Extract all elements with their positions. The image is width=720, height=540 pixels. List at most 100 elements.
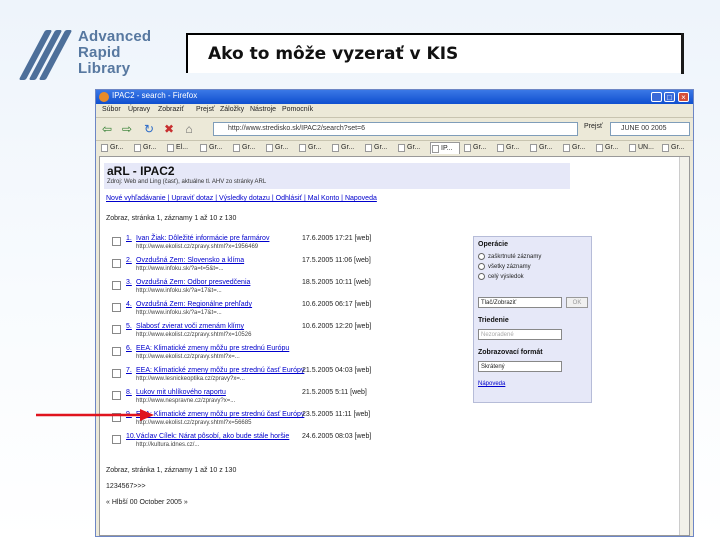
menu-view[interactable]: Zobraziť [158, 106, 184, 113]
browser-tab[interactable]: Gr... [397, 142, 427, 154]
browser-tab[interactable]: IP... [430, 142, 460, 154]
back-icon[interactable]: ⇦ [100, 122, 114, 136]
result-url[interactable]: http://www.infoku.sk/?a=17&t=... [136, 310, 222, 316]
result-meta: 10.6.2005 12:20 [web] [302, 323, 372, 330]
result-number[interactable]: 8. [126, 389, 132, 396]
result-checkbox[interactable] [112, 259, 121, 268]
operations-label: Operácie [478, 241, 508, 248]
result-title[interactable]: Lukov mit uhlíkového raportu [136, 389, 226, 396]
help-link[interactable]: Nápoveda [478, 381, 505, 387]
browser-tab[interactable]: Gr... [100, 142, 130, 154]
result-checkbox[interactable] [112, 347, 121, 356]
result-number[interactable]: 2. [126, 257, 132, 264]
result-number[interactable]: 3. [126, 279, 132, 286]
result-checkbox[interactable] [112, 303, 121, 312]
browser-tab[interactable]: Gr... [331, 142, 361, 154]
result-url[interactable]: http://www.ekolist.cz/zpravy.shtml?x=... [136, 354, 240, 360]
action-select[interactable]: Tlač/Zobraziť [478, 297, 562, 308]
result-number[interactable]: 6. [126, 345, 132, 352]
format-select[interactable]: Skrátený [478, 361, 562, 372]
result-meta: 21.5.2005 04:03 [web] [302, 367, 372, 374]
op-checked-radio[interactable]: zaškrtnuté záznamy [478, 253, 541, 260]
menu-help[interactable]: Pomocník [282, 106, 313, 113]
result-number[interactable]: 1. [126, 235, 132, 242]
top-nav-links[interactable]: Nové vyhľadávanie | Upraviť dotaz | Výsl… [106, 195, 377, 202]
browser-tab[interactable]: Gr... [298, 142, 328, 154]
home-icon[interactable]: ⌂ [182, 122, 196, 136]
result-title[interactable]: Slabosť zvierat voči zmenám klímy [136, 323, 244, 330]
sort-select[interactable]: Nezoradené [478, 329, 562, 340]
result-meta: 17.5.2005 11:06 [web] [302, 257, 371, 264]
browser-tab[interactable]: Gr... [496, 142, 526, 154]
result-number[interactable]: 5. [126, 323, 132, 330]
result-checkbox[interactable] [112, 281, 121, 290]
result-checkbox[interactable] [112, 325, 121, 334]
result-title[interactable]: Ovzdušná Zem: Odbor presvedčenia [136, 279, 250, 286]
result-meta: 23.5.2005 11:11 [web] [302, 411, 371, 418]
browser-tab[interactable]: Gr... [133, 142, 163, 154]
firefox-icon [99, 92, 109, 102]
result-url[interactable]: http://kultura.idnes.cz/... [136, 442, 199, 448]
result-url[interactable]: http://www.ekolist.cz/zpravy.shtml?x=195… [136, 244, 258, 250]
pager-link[interactable]: >> [137, 483, 145, 490]
result-url[interactable]: http://www.infoku.sk/?a=t=5&t=... [136, 266, 224, 272]
menu-file[interactable]: Súbor [102, 106, 121, 113]
result-title[interactable]: EEA: Klimatické zmeny môžu pre strednú E… [136, 345, 289, 352]
sort-label: Triedenie [478, 317, 509, 324]
browser-window: IPAC2 - search - Firefox _ □ × Súbor Úpr… [95, 89, 694, 537]
result-number[interactable]: 4. [126, 301, 132, 308]
page-heading: aRL - IPAC2 [107, 164, 175, 178]
ok-button[interactable]: OK [566, 297, 588, 308]
browser-tab[interactable]: Gr... [529, 142, 559, 154]
result-row: 5. Slabosť zvierat voči zmenám klímy http:… [112, 323, 472, 345]
browser-tab[interactable]: Gr... [595, 142, 625, 154]
browser-tab[interactable]: Gr... [232, 142, 262, 154]
result-checkbox[interactable] [112, 237, 121, 246]
result-checkbox[interactable] [112, 391, 121, 400]
stop-icon[interactable]: ✖ [162, 122, 176, 136]
result-row: 2. Ovzdušná Zem: Slovensko a klíma http://… [112, 257, 472, 279]
url-input[interactable]: http://www.stredisko.sk/IPAC2/search?set… [213, 122, 578, 136]
menu-go[interactable]: Prejsť [196, 106, 215, 113]
result-url[interactable]: http://www.infoku.sk/?a=17&t=... [136, 288, 222, 294]
vertical-scrollbar[interactable] [679, 157, 689, 535]
close-icon[interactable]: × [678, 92, 689, 102]
browser-tab[interactable]: Gr... [661, 142, 691, 154]
menu-tools[interactable]: Nástroje [250, 106, 276, 113]
maximize-icon[interactable]: □ [664, 92, 675, 102]
page-subheading: Zdroj: Web and Ling (časť), aktuálne tl.… [107, 179, 267, 185]
go-button[interactable]: Prejsť [584, 123, 603, 130]
result-title[interactable]: Ovzdušná Zem: Regionálne prehľady [136, 301, 252, 308]
result-title[interactable]: EEA: Klimatické zmeny môžu pre strednú č… [136, 367, 304, 374]
search-input[interactable]: JUNE 00 2005 [610, 122, 690, 136]
result-url[interactable]: http://www.lesnickeoptika.cz/zpravy?x=..… [136, 376, 245, 382]
result-url[interactable]: http://www.nespravne.cz/zpravy?x=... [136, 398, 235, 404]
browser-tab[interactable]: El... [166, 142, 196, 154]
logo-line-1: Advanced [78, 28, 152, 45]
result-checkbox[interactable] [112, 369, 121, 378]
result-number[interactable]: 10. [126, 433, 136, 440]
browser-tab[interactable]: Gr... [562, 142, 592, 154]
result-title[interactable]: EEA: Klimatické zmeny môžu pre strednú č… [136, 411, 304, 418]
result-title[interactable]: Ivan Žiak: Dôležité informácie pre farmá… [136, 235, 269, 242]
browser-tab[interactable]: Gr... [364, 142, 394, 154]
slide-title-box: Ako to môže vyzerať v KIS [186, 33, 684, 74]
menu-bookmarks[interactable]: Záložky [220, 106, 244, 113]
browser-tab[interactable]: UN... [628, 142, 658, 154]
result-title[interactable]: Ovzdušná Zem: Slovensko a klíma [136, 257, 244, 264]
forward-icon[interactable]: ⇨ [120, 122, 134, 136]
menu-edit[interactable]: Úpravy [128, 106, 150, 113]
result-url[interactable]: http://www.ekolist.cz/zpravy.shtml?x=105… [136, 332, 251, 338]
result-title[interactable]: Václav Cílek: Nárat pôsobí, ako bude stá… [136, 433, 289, 440]
browser-tab[interactable]: Gr... [199, 142, 229, 154]
op-whole-radio[interactable]: celý výsledok [478, 273, 524, 280]
result-number[interactable]: 7. [126, 367, 132, 374]
status-bottom: Zobraz, stránka 1, záznamy 1 až 10 z 130 [106, 467, 237, 474]
result-checkbox[interactable] [112, 435, 121, 444]
browser-tab[interactable]: Gr... [265, 142, 295, 154]
reload-icon[interactable]: ↻ [142, 122, 156, 136]
result-row: 3. Ovzdušná Zem: Odbor presvedčenia http:/… [112, 279, 472, 301]
browser-tab[interactable]: Gr... [463, 142, 493, 154]
op-all-radio[interactable]: všetky záznamy [478, 263, 531, 270]
minimize-icon[interactable]: _ [651, 92, 662, 102]
